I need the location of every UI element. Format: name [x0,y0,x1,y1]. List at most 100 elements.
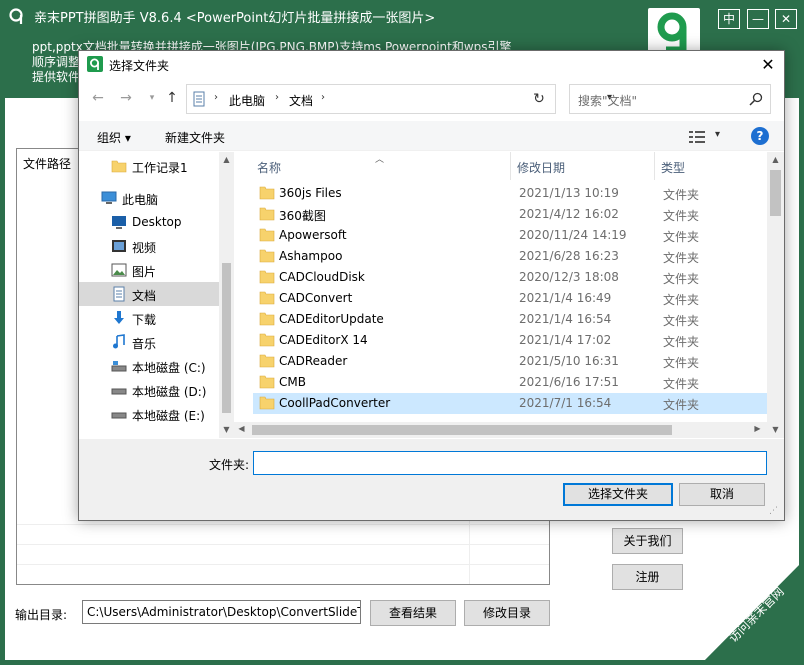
scroll-right-icon[interactable]: ▶ [750,424,765,433]
recent-locations-chevron-icon[interactable]: ▾ [143,89,161,107]
forward-arrow-icon[interactable]: → [117,89,135,107]
scroll-down-icon[interactable]: ▼ [768,425,783,434]
dialog-footer: 文件夹: 选择文件夹 取消 ⋰ [79,439,784,520]
breadcrumb-this-pc[interactable]: 此电脑 [229,92,265,109]
file-list-hscroll-thumb[interactable] [252,425,672,435]
nav-item-desktop[interactable]: Desktop [79,210,219,234]
file-name: Apowersoft [279,228,347,242]
nav-item-label: Desktop [132,215,182,229]
folder-name-input[interactable] [253,451,767,475]
file-row[interactable]: 360截图 2021/4/12 16:02 文件夹 [253,204,767,225]
file-name: CADEditorX 14 [279,333,368,347]
column-header-date[interactable]: 修改日期 [517,159,565,176]
pin-button[interactable]: 中 [718,9,740,29]
breadcrumb-chevron-icon[interactable]: › [214,92,218,103]
nav-item-this-pc[interactable]: 此电脑 [79,186,219,210]
file-type: 文件夹 [663,335,700,349]
file-type: 文件夹 [663,209,700,223]
scroll-up-icon[interactable]: ▲ [768,155,783,164]
nav-item-drive-c[interactable]: 本地磁盘 (C:) [79,354,219,378]
file-date: 2021/1/4 16:49 [519,291,612,305]
file-type: 文件夹 [663,251,700,265]
file-name: Ashampoo [279,249,343,263]
folder-icon [259,186,275,200]
breadcrumb-documents[interactable]: 文档 [289,92,313,109]
view-options-button[interactable]: ▾ [687,128,727,146]
nav-item-label: 图片 [132,265,157,279]
breadcrumb-chevron-icon[interactable]: › [321,92,325,103]
nav-item-pictures[interactable]: 图片 [79,258,219,282]
dialog-close-button[interactable]: ✕ [757,54,779,76]
file-row[interactable]: CADEditorUpdate 2021/1/4 16:54 文件夹 [253,309,767,330]
register-button[interactable]: 注册 [612,564,683,590]
change-dir-button[interactable]: 修改目录 [464,600,550,626]
music-icon [113,334,125,349]
folder-icon [259,207,275,221]
resize-grip-icon[interactable]: ⋰ [769,506,778,516]
select-folder-button[interactable]: 选择文件夹 [563,483,673,506]
refresh-icon[interactable]: ↻ [523,84,556,114]
file-date: 2021/1/13 10:19 [519,186,619,200]
file-date: 2021/5/10 16:31 [519,354,619,368]
file-list-horizontal-scrollbar[interactable]: ◀ ▶ [234,422,767,438]
about-us-button[interactable]: 关于我们 [612,528,683,554]
scroll-down-icon[interactable]: ▼ [219,425,234,434]
file-type: 文件夹 [663,314,700,328]
nav-item-music[interactable]: 音乐 [79,330,219,354]
column-separator[interactable] [510,152,511,180]
address-bar[interactable]: › 此电脑 › 文档 › ▾ [186,84,612,114]
scroll-left-icon[interactable]: ◀ [234,424,249,433]
up-arrow-icon[interactable]: ↑ [163,89,181,107]
folder-icon [259,249,275,263]
file-row[interactable]: CADReader 2021/5/10 16:31 文件夹 [253,351,767,372]
nav-item-drive-e[interactable]: 本地磁盘 (E:) [79,402,219,426]
column-header-name[interactable]: 名称 [257,159,281,176]
search-input[interactable]: 搜索"文档" [569,84,771,114]
nav-item-drive-d[interactable]: 本地磁盘 (D:) [79,378,219,402]
file-row[interactable]: CADConvert 2021/1/4 16:49 文件夹 [253,288,767,309]
nav-scroll-thumb[interactable] [222,263,231,413]
scroll-up-icon[interactable]: ▲ [219,155,234,164]
output-dir-field[interactable]: C:\Users\Administrator\Desktop\ConvertSl… [82,600,361,624]
nav-item-work-record[interactable]: 工作记录1 [79,154,219,178]
new-folder-button[interactable]: 新建文件夹 [165,129,225,146]
dialog-logo-icon [87,56,103,72]
view-result-button[interactable]: 查看结果 [370,600,456,626]
visit-website-ribbon[interactable]: 访问亲末官网 [700,560,804,665]
dialog-toolbar: 组织 ▾ 新建文件夹 ▾ ? [79,121,784,151]
nav-item-label: 本地磁盘 (D:) [132,385,207,399]
folder-icon [259,396,275,410]
cancel-button[interactable]: 取消 [679,483,765,506]
help-icon[interactable]: ? [751,127,769,145]
back-arrow-icon[interactable]: ← [89,89,107,107]
file-list-vertical-scrollbar[interactable]: ▲ ▼ [767,152,784,438]
file-row[interactable]: CADEditorX 14 2021/1/4 17:02 文件夹 [253,330,767,351]
nav-item-documents[interactable]: 文档 [79,282,219,306]
nav-scrollbar[interactable]: ▲ ▼ [219,152,234,438]
nav-item-label: 视频 [132,241,157,255]
file-row[interactable]: CMB 2021/6/16 17:51 文件夹 [253,372,767,393]
column-header-type[interactable]: 类型 [661,159,685,176]
document-icon [113,286,125,302]
file-name: CADConvert [279,291,353,305]
grid-line [17,564,549,565]
close-button[interactable]: ✕ [775,9,797,29]
file-row[interactable]: Ashampoo 2021/6/28 16:23 文件夹 [253,246,767,267]
output-dir-label: 输出目录: [15,608,68,622]
organize-button[interactable]: 组织 ▾ [97,129,131,146]
file-row[interactable]: CADCloudDisk 2020/12/3 18:08 文件夹 [253,267,767,288]
file-row[interactable]: 360js Files 2021/1/13 10:19 文件夹 [253,183,767,204]
file-date: 2021/6/28 16:23 [519,249,619,263]
drive-icon [111,412,127,419]
column-headers: ︿ 名称 修改日期 类型 [251,152,767,180]
column-separator[interactable] [654,152,655,180]
file-row[interactable]: Apowersoft 2020/11/24 14:19 文件夹 [253,225,767,246]
folder-icon [259,291,275,305]
search-icon [749,92,763,106]
minimize-button[interactable]: — [747,9,769,29]
file-row[interactable]: CoollPadConverter 2021/7/1 16:54 文件夹 [253,393,767,414]
breadcrumb-chevron-icon[interactable]: › [275,92,279,103]
nav-item-downloads[interactable]: 下载 [79,306,219,330]
nav-item-videos[interactable]: 视频 [79,234,219,258]
file-list-scroll-thumb[interactable] [770,170,781,216]
